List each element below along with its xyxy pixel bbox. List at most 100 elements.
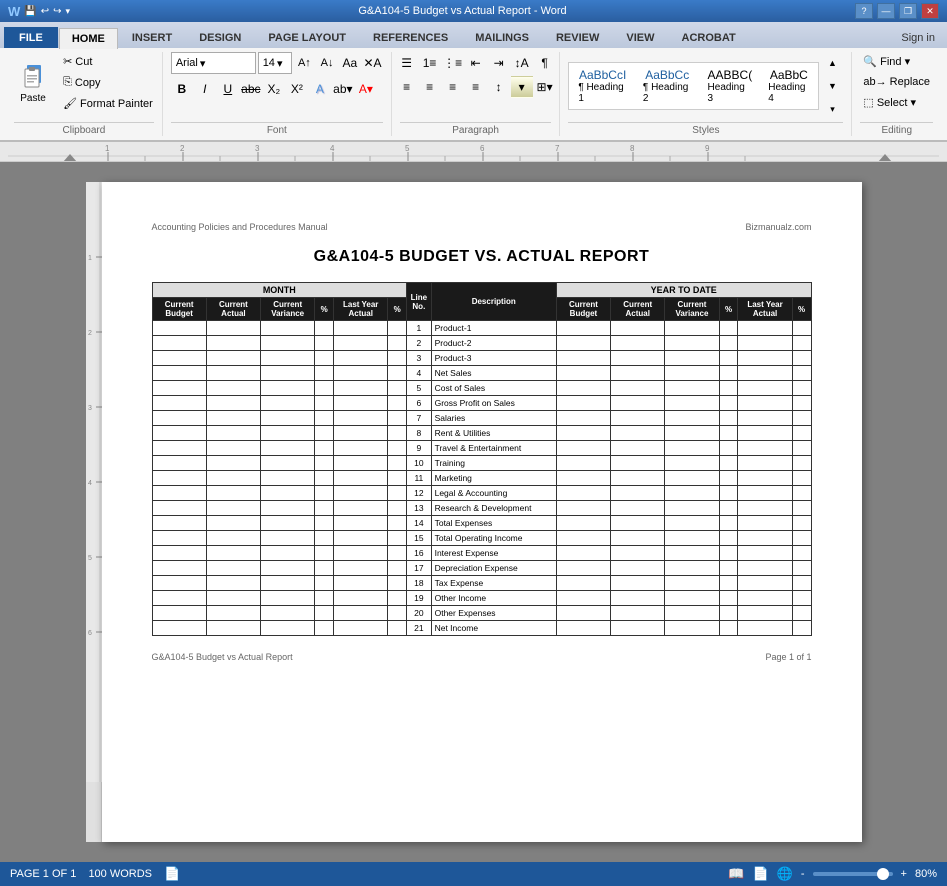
web-layout-icon[interactable]: 🌐 [777, 866, 793, 882]
styles-scroll-down[interactable]: ▼ [821, 75, 843, 97]
clear-format-button[interactable]: ✕A [362, 52, 383, 74]
read-mode-icon[interactable]: 📖 [728, 866, 744, 882]
styles-expand[interactable]: ▾ [821, 98, 843, 120]
find-button[interactable]: 🔍 Find ▾ [858, 52, 915, 71]
table-row: 11Marketing [152, 471, 811, 486]
change-case-button[interactable]: Aa [339, 52, 360, 74]
style-heading4[interactable]: AaBbC Heading 4 [761, 65, 816, 107]
numbering-button[interactable]: 1≡ [419, 52, 441, 74]
font-size-selector[interactable]: 14 ▾ [258, 52, 292, 74]
svg-text:2: 2 [88, 330, 92, 337]
ribbon-group-editing: 🔍 Find ▾ ab→ Replace ⬚ Select ▾ Editing [852, 52, 941, 136]
align-center-button[interactable]: ≡ [419, 76, 441, 98]
text-effects-button[interactable]: A [309, 78, 331, 100]
bullets-button[interactable]: ☰ [396, 52, 418, 74]
shrink-font-button[interactable]: A↓ [317, 52, 338, 74]
table-row: 20Other Expenses [152, 606, 811, 621]
zoom-level[interactable]: 80% [915, 868, 937, 880]
line-number-cell: 14 [407, 516, 431, 531]
align-right-button[interactable]: ≡ [442, 76, 464, 98]
font-color-button[interactable]: A▾ [355, 78, 377, 100]
minimize-button[interactable]: — [877, 3, 895, 19]
quick-access-redo[interactable]: ↪ [53, 6, 61, 17]
close-button[interactable]: ✕ [921, 3, 939, 19]
font-size-value: 14 [263, 57, 275, 69]
svg-text:6: 6 [88, 630, 92, 637]
superscript-button[interactable]: X² [286, 78, 308, 100]
header-left: Accounting Policies and Procedures Manua… [152, 222, 328, 232]
table-row: 5Cost of Sales [152, 381, 811, 396]
style-heading3[interactable]: AABBC( Heading 3 [701, 65, 760, 107]
replace-label: Replace [890, 76, 930, 88]
ruler-svg: 1 2 3 4 5 6 7 8 9 [8, 142, 939, 162]
show-marks-button[interactable]: ¶ [534, 52, 556, 74]
multilevel-button[interactable]: ⋮≡ [442, 52, 464, 74]
styles-scroll-up[interactable]: ▲ [821, 52, 843, 74]
description-cell: Research & Development [431, 501, 556, 516]
tab-mailings[interactable]: MAILINGS [462, 27, 542, 48]
underline-button[interactable]: U [217, 78, 239, 100]
table-row: 14Total Expenses [152, 516, 811, 531]
line-spacing-button[interactable]: ↕ [488, 76, 510, 98]
tab-review[interactable]: REVIEW [543, 27, 612, 48]
description-cell: Gross Profit on Sales [431, 396, 556, 411]
footer-right: Page 1 of 1 [765, 652, 811, 662]
description-cell: Legal & Accounting [431, 486, 556, 501]
ribbon-tabs: FILE HOME INSERT DESIGN PAGE LAYOUT REFE… [0, 22, 947, 48]
table-row: 2Product-2 [152, 336, 811, 351]
strikethrough-button[interactable]: abc [240, 78, 262, 100]
description-cell: Product-3 [431, 351, 556, 366]
decrease-indent-button[interactable]: ⇤ [465, 52, 487, 74]
sort-button[interactable]: ↕A [511, 52, 533, 74]
ribbon-group-styles: AaBbCcI ¶ Heading 1 AaBbCc ¶ Heading 2 A… [560, 52, 852, 136]
copy-button[interactable]: ⎘Copy [58, 73, 158, 92]
zoom-in-button[interactable]: + [901, 868, 907, 880]
font-name-selector[interactable]: Arial ▾ [171, 52, 256, 74]
format-painter-button[interactable]: 🖌Format Painter [58, 94, 158, 113]
italic-button[interactable]: I [194, 78, 216, 100]
tab-acrobat[interactable]: ACROBAT [669, 27, 749, 48]
sign-in-button[interactable]: Sign in [893, 28, 943, 48]
quick-access-undo[interactable]: ↩ [41, 6, 49, 17]
increase-indent-button[interactable]: ⇥ [488, 52, 510, 74]
desc-header: Description [431, 283, 556, 321]
align-left-button[interactable]: ≡ [396, 76, 418, 98]
help-button[interactable]: ? [855, 3, 873, 19]
replace-button[interactable]: ab→ Replace [858, 73, 935, 91]
subscript-button[interactable]: X₂ [263, 78, 285, 100]
style-heading2[interactable]: AaBbCc ¶ Heading 2 [636, 65, 699, 107]
clipboard-label: Clipboard [14, 122, 154, 136]
tab-view[interactable]: VIEW [613, 27, 667, 48]
cut-button[interactable]: ✂Cut [58, 52, 158, 71]
col-month-curr-actual: CurrentActual [206, 298, 260, 321]
font-label: Font [171, 122, 383, 136]
tab-page-layout[interactable]: PAGE LAYOUT [255, 27, 359, 48]
tab-file[interactable]: FILE [4, 27, 58, 48]
zoom-out-button[interactable]: - [801, 868, 805, 880]
print-layout-icon[interactable]: 📄 [752, 866, 768, 882]
line-no-header: Line No. [407, 283, 431, 321]
tab-references[interactable]: REFERENCES [360, 27, 461, 48]
bold-button[interactable]: B [171, 78, 193, 100]
proofing-icon[interactable]: 📄 [164, 866, 180, 882]
month-section-header: MONTH [152, 283, 407, 298]
tab-home[interactable]: HOME [59, 28, 118, 49]
justify-button[interactable]: ≡ [465, 76, 487, 98]
tab-insert[interactable]: INSERT [119, 27, 185, 48]
restore-button[interactable]: ❐ [899, 3, 917, 19]
select-button[interactable]: ⬚ Select ▾ [858, 93, 921, 112]
shading-button[interactable]: ▾ [511, 76, 533, 98]
paste-button[interactable]: Paste [10, 52, 56, 110]
line-number-cell: 9 [407, 441, 431, 456]
borders-button[interactable]: ⊞▾ [534, 76, 556, 98]
style-heading1[interactable]: AaBbCcI ¶ Heading 1 [571, 65, 634, 107]
paste-label: Paste [20, 93, 46, 104]
tab-design[interactable]: DESIGN [186, 27, 254, 48]
quick-access-save[interactable]: 💾 [24, 6, 36, 17]
table-row: 6Gross Profit on Sales [152, 396, 811, 411]
zoom-slider[interactable] [813, 872, 893, 876]
description-cell: Net Income [431, 621, 556, 636]
text-highlight-button[interactable]: ab▾ [332, 78, 354, 100]
grow-font-button[interactable]: A↑ [294, 52, 315, 74]
svg-text:3: 3 [255, 144, 260, 153]
